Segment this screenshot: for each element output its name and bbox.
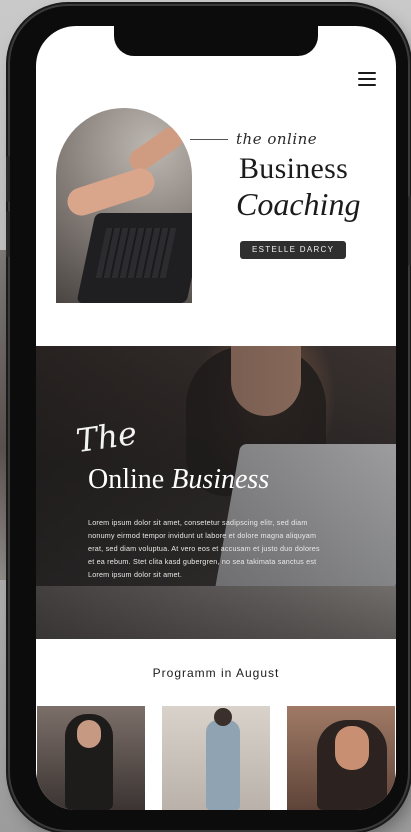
hero-script-text: the online <box>236 130 318 148</box>
hero-title-line1: Business <box>239 152 349 185</box>
promo-headline: Online Business <box>88 464 269 496</box>
program-thumbnail-1[interactable] <box>37 706 145 810</box>
author-badge-button[interactable]: ESTELLE DARCY <box>240 241 347 259</box>
promo-headline-italic: Business <box>171 464 270 495</box>
hero-script-line: the online <box>190 130 317 148</box>
promo-headline-regular: Online <box>88 464 172 495</box>
hero-image <box>56 108 192 303</box>
promo-section: The Online Business Lorem ipsum dolor si… <box>36 346 396 639</box>
program-thumbnail-3[interactable] <box>287 706 395 810</box>
program-thumbnail-2[interactable] <box>162 706 270 810</box>
phone-notch <box>114 26 318 56</box>
divider-line <box>190 138 228 140</box>
volume-up-button <box>6 156 10 202</box>
program-title: Programm in August <box>152 666 280 680</box>
volume-down-button <box>6 211 10 257</box>
hero-title-line2: Coaching <box>236 186 361 222</box>
promo-body-text: Lorem ipsum dolor sit amet, consetetur s… <box>88 518 320 579</box>
hamburger-menu-icon[interactable] <box>358 72 376 86</box>
phone-screen: the online Business Coaching ESTELLE DAR… <box>36 26 396 810</box>
